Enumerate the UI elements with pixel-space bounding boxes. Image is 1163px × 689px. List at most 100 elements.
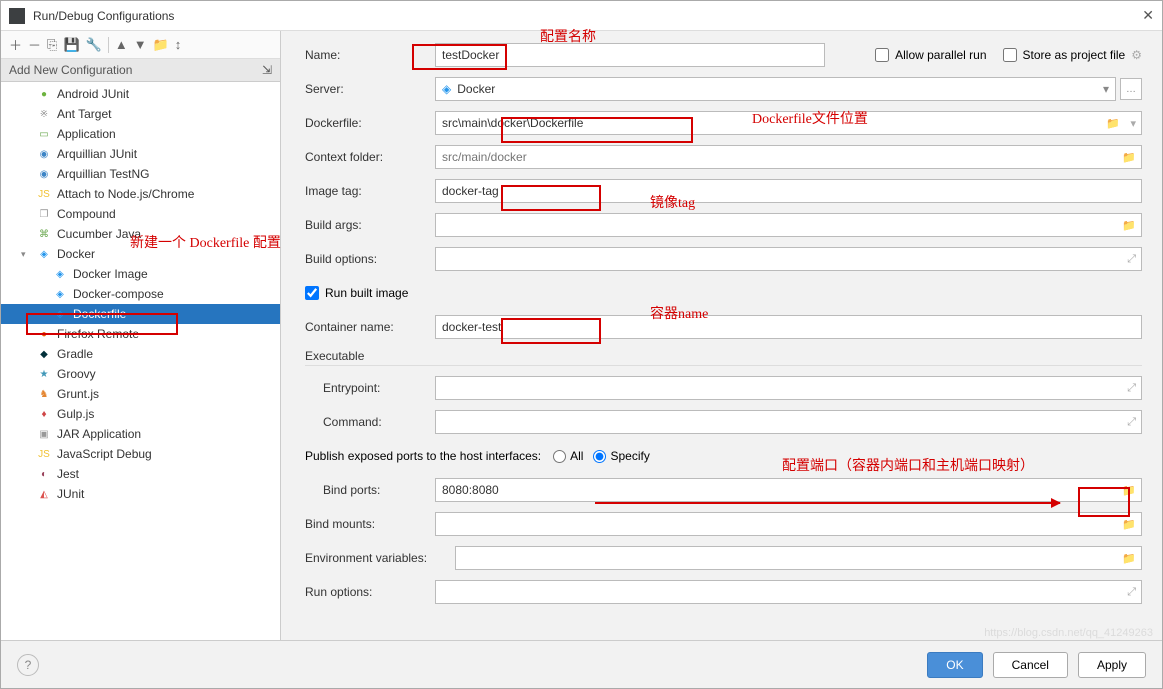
tree-item-dockerfile[interactable]: ◈Dockerfile: [1, 304, 280, 324]
folder-icon[interactable]: 📁: [153, 37, 169, 53]
imagetag-label: Image tag:: [305, 184, 435, 198]
buildoptions-input[interactable]: [435, 247, 1142, 271]
row-runbuilt: Run built image: [305, 281, 1142, 305]
tree-item-android-junit[interactable]: ●Android JUnit: [1, 84, 280, 104]
up-icon[interactable]: ▲: [115, 37, 128, 52]
row-container: Container name:: [305, 315, 1142, 339]
tree-item-gulp-js[interactable]: ♦Gulp.js: [1, 404, 280, 424]
config-tree[interactable]: ●Android JUnit※Ant Target▭Application◉Ar…: [1, 82, 280, 640]
dockerfile-label: Dockerfile:: [305, 116, 435, 130]
imagetag-input[interactable]: [435, 179, 1142, 203]
add-icon[interactable]: ＋: [9, 35, 22, 54]
row-imagetag: Image tag:: [305, 179, 1142, 203]
server-select[interactable]: ◈ Docker ▾: [435, 77, 1116, 101]
remove-icon[interactable]: －: [28, 35, 41, 54]
bindports-input[interactable]: [435, 478, 1142, 502]
row-publish: Publish exposed ports to the host interf…: [305, 444, 1142, 468]
tree-item-attach-to-node-js-chrome[interactable]: JSAttach to Node.js/Chrome: [1, 184, 280, 204]
buildargs-label: Build args:: [305, 218, 435, 232]
row-server: Server: ◈ Docker ▾ …: [305, 77, 1142, 101]
row-buildoptions: Build options: ⤢: [305, 247, 1142, 271]
tree-item-docker-image[interactable]: ◈Docker Image: [1, 264, 280, 284]
save-icon[interactable]: 💾: [63, 37, 79, 53]
tree-item-docker[interactable]: ▾◈Docker: [1, 244, 280, 264]
dialog-body: ＋ － ⎘ 💾 🔧 ▲ ▼ 📁 ↕ Add New Configuration …: [1, 31, 1162, 640]
sort-icon[interactable]: ↕: [175, 37, 182, 52]
command-input[interactable]: [435, 410, 1142, 434]
close-icon[interactable]: ✕: [1124, 7, 1154, 24]
row-bindmounts: Bind mounts: 📁: [305, 512, 1142, 536]
gear-icon[interactable]: ⚙: [1131, 48, 1142, 62]
row-envvars: Environment variables: 📁: [305, 546, 1142, 570]
form-panel: Name: Allow parallel run Store as projec…: [281, 31, 1162, 640]
envvars-label: Environment variables:: [305, 551, 455, 565]
config-header-label: Add New Configuration: [9, 63, 132, 77]
help-button[interactable]: ?: [17, 654, 39, 676]
tree-item-jest[interactable]: ◐Jest: [1, 464, 280, 484]
tree-item-ant-target[interactable]: ※Ant Target: [1, 104, 280, 124]
app-icon: [9, 8, 25, 24]
context-input[interactable]: [435, 145, 1142, 169]
publish-specify-radio[interactable]: Specify: [593, 449, 649, 463]
tree-item-application[interactable]: ▭Application: [1, 124, 280, 144]
entrypoint-label: Entrypoint:: [305, 381, 435, 395]
titlebar: Run/Debug Configurations ✕: [1, 1, 1162, 31]
tree-item-jar-application[interactable]: ▣JAR Application: [1, 424, 280, 444]
row-bindports: Bind ports: 📁: [305, 478, 1142, 502]
row-context: Context folder: 📁: [305, 145, 1142, 169]
buildoptions-label: Build options:: [305, 252, 435, 266]
tree-item-compound[interactable]: ❐Compound: [1, 204, 280, 224]
allow-parallel-check[interactable]: Allow parallel run: [875, 48, 986, 62]
allow-parallel-checkbox[interactable]: [875, 48, 889, 62]
down-icon[interactable]: ▼: [134, 37, 147, 52]
tree-item-arquillian-junit[interactable]: ◉Arquillian JUnit: [1, 144, 280, 164]
tree-item-gradle[interactable]: ◆Gradle: [1, 344, 280, 364]
tree-item-firefox-remote[interactable]: ●Firefox Remote: [1, 324, 280, 344]
buildargs-input[interactable]: [435, 213, 1142, 237]
bindports-label: Bind ports:: [305, 483, 435, 497]
config-header: Add New Configuration ⇲: [1, 59, 280, 82]
tree-item-javascript-debug[interactable]: JSJavaScript Debug: [1, 444, 280, 464]
context-label: Context folder:: [305, 150, 435, 164]
server-more-button[interactable]: …: [1120, 78, 1142, 100]
collapse-icon[interactable]: ⇲: [262, 63, 272, 77]
row-buildargs: Build args: 📁: [305, 213, 1142, 237]
envvars-input[interactable]: [455, 546, 1142, 570]
separator: [108, 37, 109, 53]
bindmounts-input[interactable]: [435, 512, 1142, 536]
tree-item-junit[interactable]: ◭JUnit: [1, 484, 280, 504]
runoptions-input[interactable]: [435, 580, 1142, 604]
dialog-window: Run/Debug Configurations ✕ ＋ － ⎘ 💾 🔧 ▲ ▼…: [0, 0, 1163, 689]
tree-item-docker-compose[interactable]: ◈Docker-compose: [1, 284, 280, 304]
entrypoint-input[interactable]: [435, 376, 1142, 400]
row-command: Command: ⤢: [305, 410, 1142, 434]
name-input[interactable]: [435, 43, 825, 67]
container-input[interactable]: [435, 315, 1142, 339]
runbuilt-check[interactable]: Run built image: [305, 286, 408, 300]
copy-icon[interactable]: ⎘: [47, 37, 57, 53]
left-panel: ＋ － ⎘ 💾 🔧 ▲ ▼ 📁 ↕ Add New Configuration …: [1, 31, 281, 640]
config-toolbar: ＋ － ⎘ 💾 🔧 ▲ ▼ 📁 ↕: [1, 31, 280, 59]
store-project-check[interactable]: Store as project file: [1003, 48, 1126, 62]
server-label: Server:: [305, 82, 435, 96]
watermark: https://blog.csdn.net/qq_41249263: [984, 627, 1153, 639]
store-project-checkbox[interactable]: [1003, 48, 1017, 62]
container-label: Container name:: [305, 320, 435, 334]
publish-all-radio[interactable]: All: [553, 449, 583, 463]
tree-item-arquillian-testng[interactable]: ◉Arquillian TestNG: [1, 164, 280, 184]
wrench-icon[interactable]: 🔧: [86, 37, 102, 53]
tree-item-groovy[interactable]: ★Groovy: [1, 364, 280, 384]
dockerfile-input[interactable]: [435, 111, 1142, 135]
runoptions-label: Run options:: [305, 585, 435, 599]
row-name: Name: Allow parallel run Store as projec…: [305, 43, 1142, 67]
row-dockerfile: Dockerfile: 📁 ▾: [305, 111, 1142, 135]
publish-label: Publish exposed ports to the host interf…: [305, 449, 541, 463]
row-runoptions: Run options: ⤢: [305, 580, 1142, 604]
tree-item-grunt-js[interactable]: ♞Grunt.js: [1, 384, 280, 404]
apply-button[interactable]: Apply: [1078, 652, 1146, 678]
tree-item-cucumber-java[interactable]: ⌘Cucumber Java: [1, 224, 280, 244]
bindmounts-label: Bind mounts:: [305, 517, 435, 531]
cancel-button[interactable]: Cancel: [993, 652, 1068, 678]
runbuilt-checkbox[interactable]: [305, 286, 319, 300]
ok-button[interactable]: OK: [927, 652, 982, 678]
